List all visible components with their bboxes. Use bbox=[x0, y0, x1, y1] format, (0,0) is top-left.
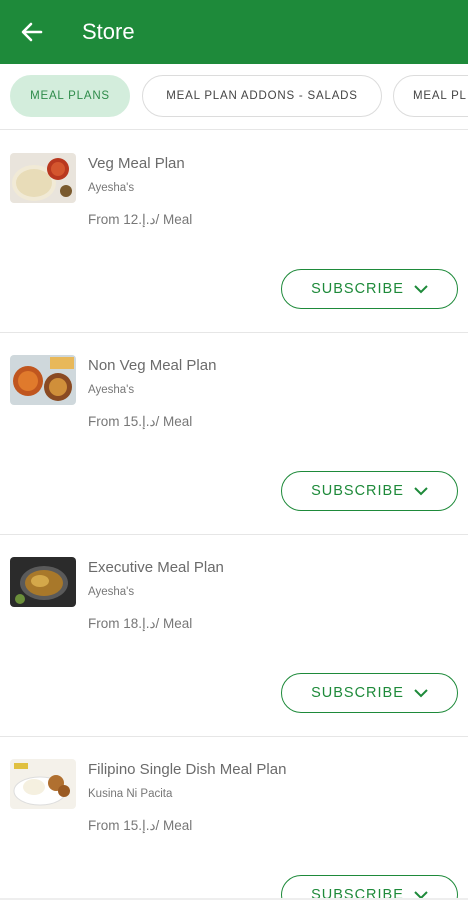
tab-meal-plan-addons-salads[interactable]: MEAL PLAN ADDONS - SALADS bbox=[142, 75, 382, 117]
page-title: Store bbox=[82, 19, 135, 44]
app-bar: Store bbox=[0, 0, 468, 64]
list-item[interactable]: Veg Meal Plan Ayesha's From 12.د.إ/ Meal… bbox=[0, 131, 468, 333]
arrow-left-icon bbox=[21, 22, 43, 42]
tab-meal-plans[interactable]: MEAL PLANS bbox=[10, 75, 130, 117]
chevron-down-icon bbox=[414, 284, 428, 293]
list-item[interactable]: Executive Meal Plan Ayesha's From 18.د.إ… bbox=[0, 535, 468, 737]
vendor-name: Kusina Ni Pacita bbox=[88, 788, 173, 800]
vendor-name: Ayesha's bbox=[88, 182, 135, 194]
meal-image bbox=[10, 355, 76, 405]
plan-price: From 18.د.إ/ Meal bbox=[88, 616, 193, 631]
plan-name: Filipino Single Dish Meal Plan bbox=[88, 761, 287, 778]
plan-price: From 15.د.إ/ Meal bbox=[88, 414, 193, 429]
plan-price: From 15.د.إ/ Meal bbox=[88, 818, 193, 833]
subscribe-button[interactable]: SUBSCRIBE bbox=[281, 673, 458, 713]
chevron-down-icon bbox=[414, 486, 428, 495]
meal-image bbox=[10, 759, 76, 809]
vendor-name: Ayesha's bbox=[88, 586, 135, 598]
vendor-name: Ayesha's bbox=[88, 384, 135, 396]
plan-price: From 12.د.إ/ Meal bbox=[88, 212, 193, 227]
list-item[interactable]: Non Veg Meal Plan Ayesha's From 15.د.إ/ … bbox=[0, 333, 468, 535]
subscribe-label: SUBSCRIBE bbox=[311, 685, 404, 701]
category-tabs: MEAL PLANS MEAL PLAN ADDONS - SALADS MEA… bbox=[0, 64, 468, 130]
subscribe-button[interactable]: SUBSCRIBE bbox=[281, 471, 458, 511]
subscribe-button[interactable]: SUBSCRIBE bbox=[281, 875, 458, 900]
back-button[interactable] bbox=[0, 0, 64, 64]
plan-name: Executive Meal Plan bbox=[88, 559, 224, 576]
tab-meal-plan-more[interactable]: MEAL PL bbox=[393, 75, 468, 117]
list-item[interactable]: Filipino Single Dish Meal Plan Kusina Ni… bbox=[0, 737, 468, 900]
subscribe-label: SUBSCRIBE bbox=[311, 281, 404, 297]
meal-image bbox=[10, 557, 76, 607]
subscribe-button[interactable]: SUBSCRIBE bbox=[281, 269, 458, 309]
subscribe-label: SUBSCRIBE bbox=[311, 483, 404, 499]
meal-image bbox=[10, 153, 76, 203]
plan-name: Non Veg Meal Plan bbox=[88, 357, 217, 374]
chevron-down-icon bbox=[414, 688, 428, 697]
plan-name: Veg Meal Plan bbox=[88, 155, 185, 172]
